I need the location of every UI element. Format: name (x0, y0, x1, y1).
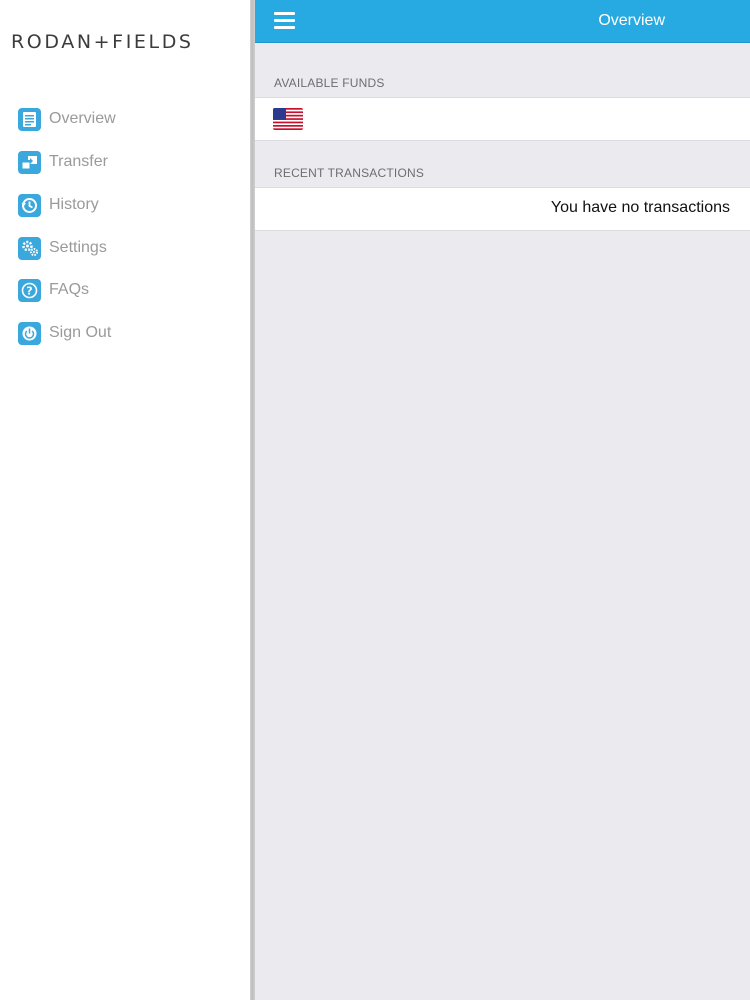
page-title: Overview (598, 12, 665, 29)
available-funds-row[interactable] (255, 97, 750, 141)
sidebar-item-label: Sign Out (49, 324, 112, 341)
transactions-list: You have no transactions (255, 187, 750, 231)
sidebar-item-faqs[interactable]: ? FAQs (18, 274, 238, 306)
sidebar-item-label: FAQs (49, 281, 90, 298)
sidebar-item-transfer[interactable]: Transfer (18, 146, 238, 178)
sidebar-item-settings[interactable]: Settings (18, 232, 238, 264)
svg-text:?: ? (26, 284, 32, 297)
sidebar-item-history[interactable]: History (18, 189, 238, 221)
sidebar-item-label: Overview (49, 110, 116, 127)
question-icon: ? (18, 278, 41, 302)
sidebar-item-overview[interactable]: Overview (18, 103, 238, 135)
available-funds-heading: AVAILABLE FUNDS (274, 76, 385, 90)
sidebar-item-label: History (49, 196, 99, 213)
top-bar: Overview (255, 0, 750, 43)
transfer-icon (18, 150, 41, 174)
history-icon (18, 193, 41, 217)
sidebar: RODAN+FIELDS Overview Transfer History S… (0, 0, 252, 1000)
sidebar-item-sign-out[interactable]: Sign Out (18, 317, 238, 349)
sidebar-item-label: Settings (49, 239, 107, 256)
gear-icon (18, 236, 41, 260)
power-icon (18, 321, 41, 345)
us-flag-icon (273, 108, 303, 130)
recent-transactions-heading: RECENT TRANSACTIONS (274, 166, 425, 180)
brand-logo: RODAN+FIELDS (11, 31, 194, 53)
hamburger-menu-icon[interactable] (274, 12, 295, 29)
sidebar-item-label: Transfer (49, 153, 108, 170)
document-icon (18, 107, 41, 131)
main-content: Overview AVAILABLE FUNDS RECENT TRANSACT… (255, 0, 750, 1000)
empty-transactions-message: You have no transactions (550, 199, 730, 216)
